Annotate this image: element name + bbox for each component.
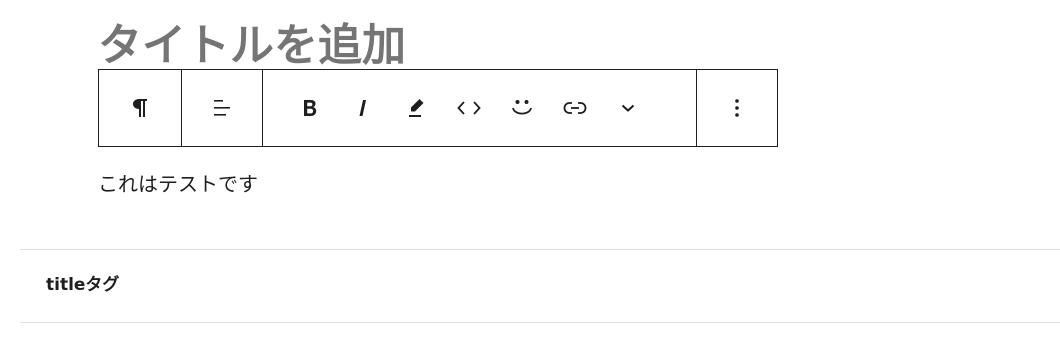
highlight-button[interactable] bbox=[389, 82, 442, 134]
more-options-icon bbox=[735, 99, 739, 117]
italic-button[interactable] bbox=[336, 82, 389, 134]
align-button[interactable] bbox=[194, 82, 250, 134]
italic-icon bbox=[359, 100, 366, 116]
link-icon bbox=[563, 102, 586, 114]
options-group bbox=[696, 70, 777, 146]
format-group bbox=[262, 70, 696, 146]
align-icon bbox=[214, 100, 230, 116]
emoji-icon bbox=[511, 100, 532, 115]
paragraph-block[interactable]: これはテストです bbox=[98, 170, 258, 198]
align-group bbox=[181, 70, 262, 146]
chevron-down-icon bbox=[621, 104, 634, 112]
divider bbox=[20, 322, 1060, 323]
title-tag-section-label: titleタグ bbox=[46, 275, 120, 295]
block-toolbar bbox=[98, 69, 778, 147]
paragraph-icon bbox=[133, 99, 147, 117]
link-button[interactable] bbox=[548, 82, 601, 134]
post-title-placeholder[interactable]: タイトルを追加 bbox=[98, 16, 406, 76]
code-icon bbox=[456, 101, 481, 115]
emoji-button[interactable] bbox=[495, 82, 548, 134]
paragraph-block-button[interactable] bbox=[112, 82, 168, 134]
inline-code-button[interactable] bbox=[442, 82, 495, 134]
bold-button[interactable] bbox=[283, 82, 336, 134]
block-type-group bbox=[99, 70, 181, 146]
more-format-dropdown[interactable] bbox=[601, 82, 654, 134]
more-options-button[interactable] bbox=[709, 82, 765, 134]
divider bbox=[20, 249, 1060, 250]
bold-icon bbox=[303, 100, 316, 116]
highlight-icon bbox=[408, 99, 423, 117]
